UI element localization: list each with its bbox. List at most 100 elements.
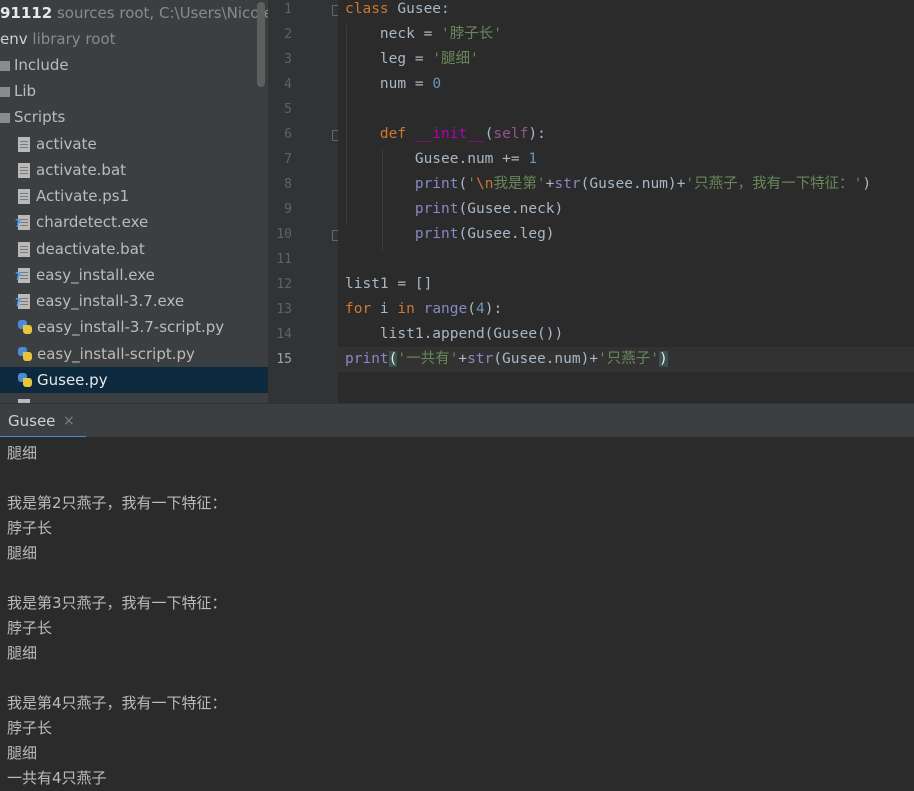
code-token: neck = — [345, 26, 442, 42]
line-number: 13 — [276, 302, 292, 317]
folder-label: Include — [14, 56, 69, 74]
code-line[interactable]: leg = '腿细' — [345, 47, 479, 72]
code-token: (Gusee.num)+ — [580, 176, 686, 192]
code-token: leg = — [345, 51, 433, 67]
project-root-item[interactable]: 91112 sources root, C:\Users\Nicole. — [0, 0, 268, 26]
code-token: str — [554, 176, 581, 192]
code-token: Gusee.num += — [345, 151, 529, 167]
file-item-easy-install-exe[interactable]: easy_install.exe — [0, 262, 268, 288]
run-tool-window-header: Gusee × — [0, 403, 914, 438]
file-label: deactivate.bat — [36, 240, 145, 258]
code-editor[interactable]: class Gusee: neck = '脖子长' leg = '腿细' num… — [338, 0, 914, 403]
code-line[interactable]: print('一共有'+str(Gusee.num)+'只燕子') — [345, 347, 668, 372]
file-item-partial[interactable] — [0, 393, 268, 403]
code-token: def — [379, 126, 415, 142]
line-number: 7 — [284, 152, 292, 167]
line-number: 5 — [284, 102, 292, 117]
code-line[interactable]: num = 0 — [345, 72, 441, 97]
close-icon[interactable]: × — [63, 404, 75, 438]
code-line[interactable]: print(Gusee.neck) — [345, 197, 563, 222]
editor-gutter: 1 2 3 4 5 6 7 8 9 10 11 12 13 14 15 — [268, 0, 343, 403]
code-token: for — [345, 301, 380, 317]
code-line[interactable]: class Gusee: — [345, 0, 450, 22]
project-root-path: C:\Users\Nicole. — [159, 4, 268, 22]
line-number: 8 — [284, 177, 292, 192]
code-line[interactable]: print('\n我是第'+str(Gusee.num)+'只燕子，我有一下特征… — [345, 172, 871, 197]
code-token: ' — [467, 176, 476, 192]
code-line[interactable]: list1 = [] — [345, 272, 432, 297]
code-line[interactable]: for i in range(4): — [345, 297, 502, 322]
line-number: 15 — [276, 352, 292, 367]
code-token: 1 — [528, 151, 538, 167]
file-label: easy_install-3.7-script.py — [37, 318, 225, 336]
line-number: 14 — [276, 327, 292, 342]
code-token: (Gusee.neck) — [458, 201, 564, 217]
code-line[interactable]: def __init__(self): — [345, 122, 546, 147]
code-line[interactable]: Gusee.num += 1 — [345, 147, 537, 172]
code-token: + — [458, 351, 468, 367]
console-line: 腿细 — [7, 444, 38, 462]
file-item-activate-bat[interactable]: activate.bat — [0, 157, 268, 183]
code-line[interactable]: neck = '脖子长' — [345, 22, 502, 47]
code-token: ): — [484, 301, 503, 317]
project-scrollbar[interactable] — [257, 2, 265, 87]
code-line[interactable]: print(Gusee.leg) — [345, 222, 555, 247]
file-item-deactivate-bat[interactable]: deactivate.bat — [0, 236, 268, 262]
code-token: '只燕子' — [598, 351, 660, 367]
code-token: 0 — [432, 76, 442, 92]
text-file-icon — [18, 163, 30, 178]
file-label: activate — [36, 135, 97, 153]
line-number: 3 — [284, 52, 292, 67]
venv-item[interactable]: env library root — [0, 26, 268, 52]
file-label: easy_install.exe — [36, 266, 155, 284]
code-token: print — [414, 226, 459, 242]
console-line: 脖子长 — [7, 519, 53, 537]
line-number: 4 — [284, 77, 292, 92]
unknown-file-icon — [15, 294, 30, 309]
file-item-easy-install-script-py[interactable]: easy_install-script.py — [0, 341, 268, 367]
code-token: print — [414, 176, 459, 192]
folder-label: Lib — [14, 82, 37, 100]
file-item-chardetect-exe[interactable]: chardetect.exe — [0, 209, 268, 235]
folder-label: Scripts — [14, 108, 66, 126]
file-item-activate[interactable]: activate — [0, 131, 268, 157]
file-label: easy_install-3.7.exe — [36, 292, 185, 310]
code-token: class — [345, 1, 398, 17]
file-item-easy-install-37-script-py[interactable]: easy_install-3.7-script.py — [0, 314, 268, 340]
file-item-gusee-py[interactable]: Gusee.py — [0, 367, 268, 393]
code-token: self — [493, 126, 529, 142]
console-line: 我是第2只燕子，我有一下特征： — [7, 494, 227, 512]
code-token: 我是第' — [493, 176, 546, 192]
code-token: Gusee: — [397, 1, 450, 17]
file-label: easy_install-script.py — [37, 345, 195, 363]
folder-item-lib[interactable]: Lib — [0, 78, 268, 104]
console-line: 我是第3只燕子，我有一下特征： — [7, 594, 227, 612]
text-file-icon — [18, 137, 30, 152]
code-line[interactable]: list1.append(Gusee()) — [345, 322, 563, 347]
folder-item-include[interactable]: Include — [0, 52, 268, 78]
console-line: 腿细 — [7, 644, 38, 662]
file-label: Gusee.py — [37, 371, 108, 389]
venv-type: library root — [32, 30, 116, 48]
code-token: ): — [528, 126, 546, 142]
text-file-icon — [18, 242, 30, 257]
run-console[interactable]: 腿细 我是第2只燕子，我有一下特征： 脖子长 腿细 我是第3只燕子，我有一下特征： 脖子长… — [0, 437, 914, 791]
console-line: 一共有4只燕子 — [7, 769, 107, 787]
code-token: print — [345, 351, 389, 367]
code-token: __init__ — [414, 126, 485, 142]
run-tab-gusee[interactable]: Gusee × — [0, 404, 86, 438]
python-file-icon — [18, 373, 32, 387]
line-number: 1 — [284, 2, 292, 17]
run-tab-label: Gusee — [8, 412, 56, 430]
code-token: (Gusee.num)+ — [493, 351, 599, 367]
file-item-activate-ps1[interactable]: Activate.ps1 — [0, 183, 268, 209]
line-number: 2 — [284, 27, 292, 42]
line-number: 9 — [284, 202, 292, 217]
console-line: 腿细 — [7, 544, 38, 562]
folder-icon — [0, 113, 10, 123]
folder-item-scripts[interactable]: Scripts — [0, 104, 268, 130]
file-item-easy-install-37-exe[interactable]: easy_install-3.7.exe — [0, 288, 268, 314]
unknown-file-icon — [15, 215, 30, 230]
